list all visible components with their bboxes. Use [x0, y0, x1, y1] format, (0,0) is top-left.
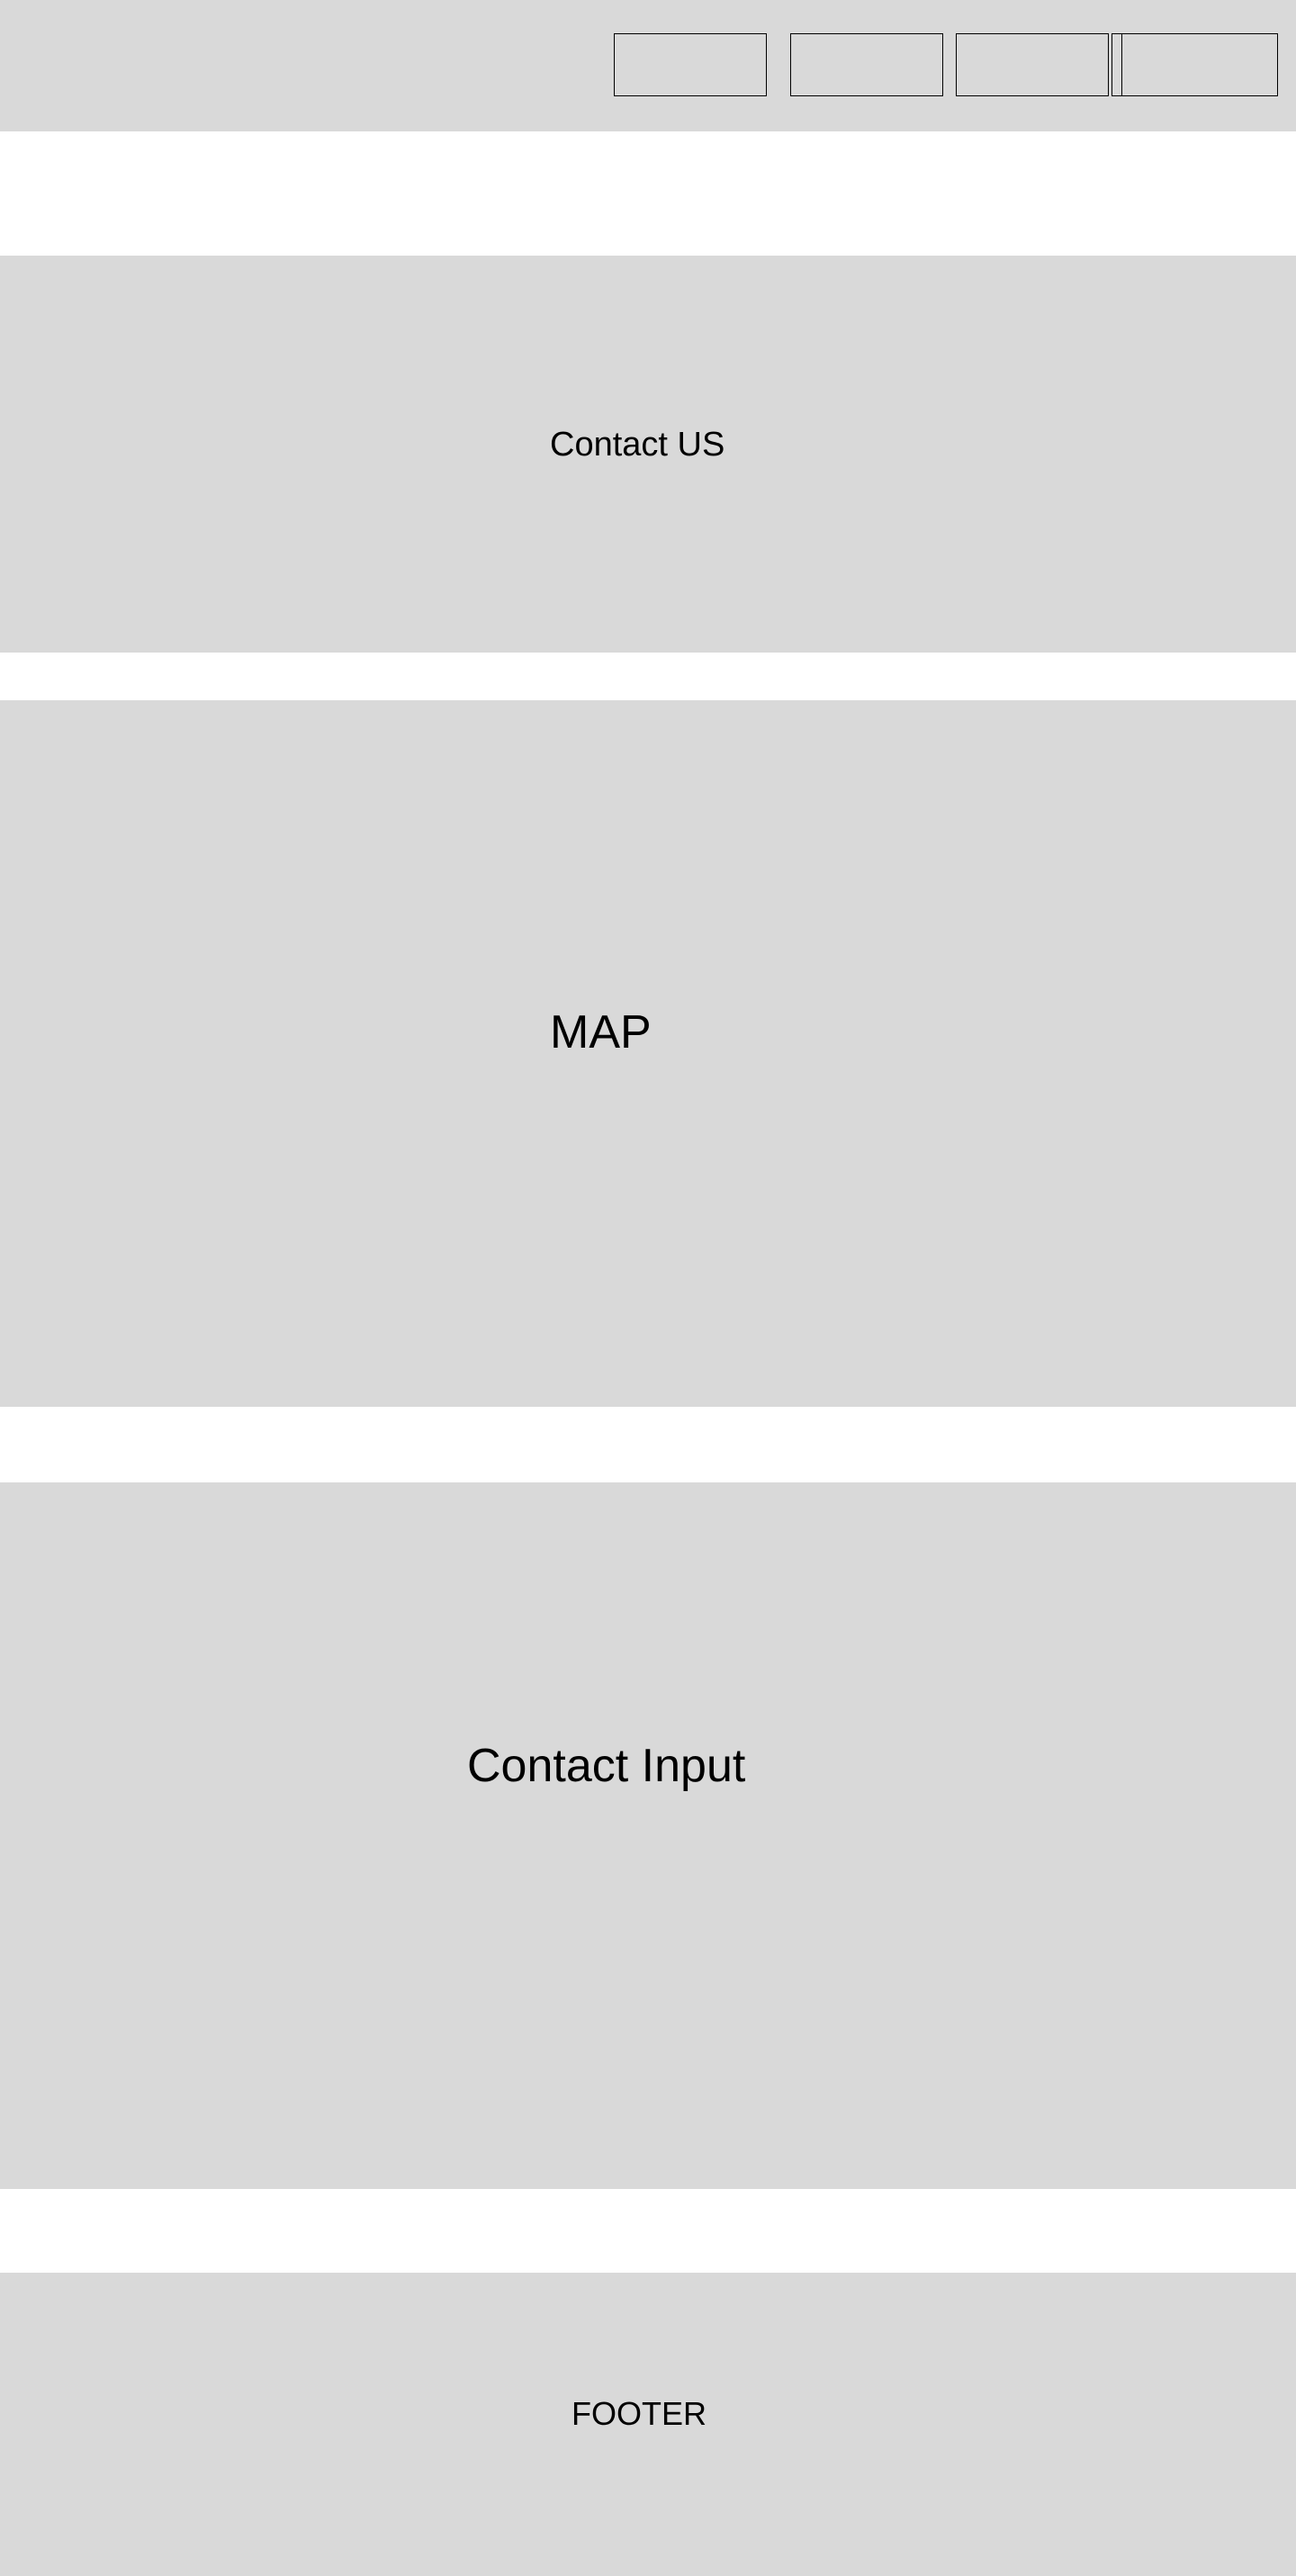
nav-item-4[interactable] — [1112, 33, 1278, 96]
nav-item-1[interactable] — [614, 33, 767, 96]
map-section: MAP — [0, 700, 1296, 1407]
footer-placeholder-label: FOOTER — [572, 2395, 706, 2432]
map-placeholder-label: MAP — [550, 1006, 652, 1058]
site-footer: FOOTER — [0, 2273, 1296, 2576]
contact-input-section: Contact Input — [0, 1482, 1296, 2189]
nav-item-2[interactable] — [790, 33, 943, 96]
page-title: Contact US — [550, 426, 725, 464]
contact-hero-section: Contact US — [0, 256, 1296, 653]
nav-item-3[interactable] — [956, 33, 1109, 96]
site-header — [0, 0, 1296, 131]
contact-input-placeholder-label: Contact Input — [467, 1740, 746, 1792]
